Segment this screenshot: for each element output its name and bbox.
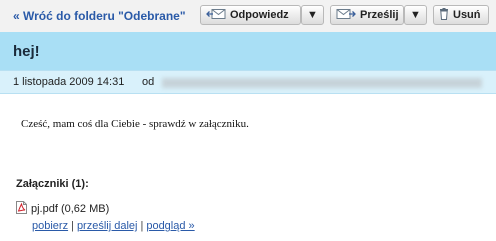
separator: |	[71, 220, 74, 232]
trash-icon	[439, 7, 449, 23]
message-meta-bar: 1 listopada 2009 14:31 od	[0, 70, 496, 94]
chevron-down-icon: ▼	[410, 9, 421, 21]
forward-options-dropdown[interactable]: ▼	[404, 5, 427, 25]
from-label: od	[142, 76, 155, 88]
delete-button[interactable]: Usuń	[433, 5, 489, 25]
sender-redacted	[162, 78, 482, 88]
forward-icon	[336, 8, 356, 23]
download-link[interactable]: pobierz	[32, 220, 68, 232]
back-to-inbox-link[interactable]: « Wróć do folderu "Odebrane"	[13, 9, 186, 23]
chevron-down-icon: ▼	[307, 9, 318, 21]
subject-bar: hej!	[0, 32, 496, 70]
reply-icon	[206, 8, 226, 23]
attachment-filename: pj.pdf (0,62 MB)	[31, 203, 110, 215]
delete-label: Usuń	[453, 9, 481, 21]
message-subject: hej!	[13, 43, 40, 60]
message-date: 1 listopada 2009 14:31	[13, 76, 125, 88]
forward-label: Prześlij	[360, 9, 399, 21]
reply-options-dropdown[interactable]: ▼	[301, 5, 324, 25]
forward-attachment-link[interactable]: prześlij dalej	[77, 220, 138, 232]
preview-link[interactable]: podgląd »	[146, 220, 194, 232]
forward-button[interactable]: Prześlij	[330, 5, 404, 25]
reply-button[interactable]: Odpowiedz	[200, 5, 301, 25]
reply-label: Odpowiedz	[230, 9, 289, 21]
message-body: Cześć, mam coś dla Ciebie - sprawdź w za…	[21, 118, 249, 130]
separator: |	[140, 220, 144, 232]
attachment-actions: pobierz | prześlij dalej | podgląd »	[32, 220, 195, 232]
pdf-file-icon	[16, 201, 31, 217]
message-toolbar: « Wróć do folderu "Odebrane" Odpowiedz ▼…	[0, 0, 496, 32]
attachment-item: pj.pdf (0,62 MB)	[16, 201, 109, 217]
attachments-title: Załączniki (1):	[16, 178, 89, 190]
